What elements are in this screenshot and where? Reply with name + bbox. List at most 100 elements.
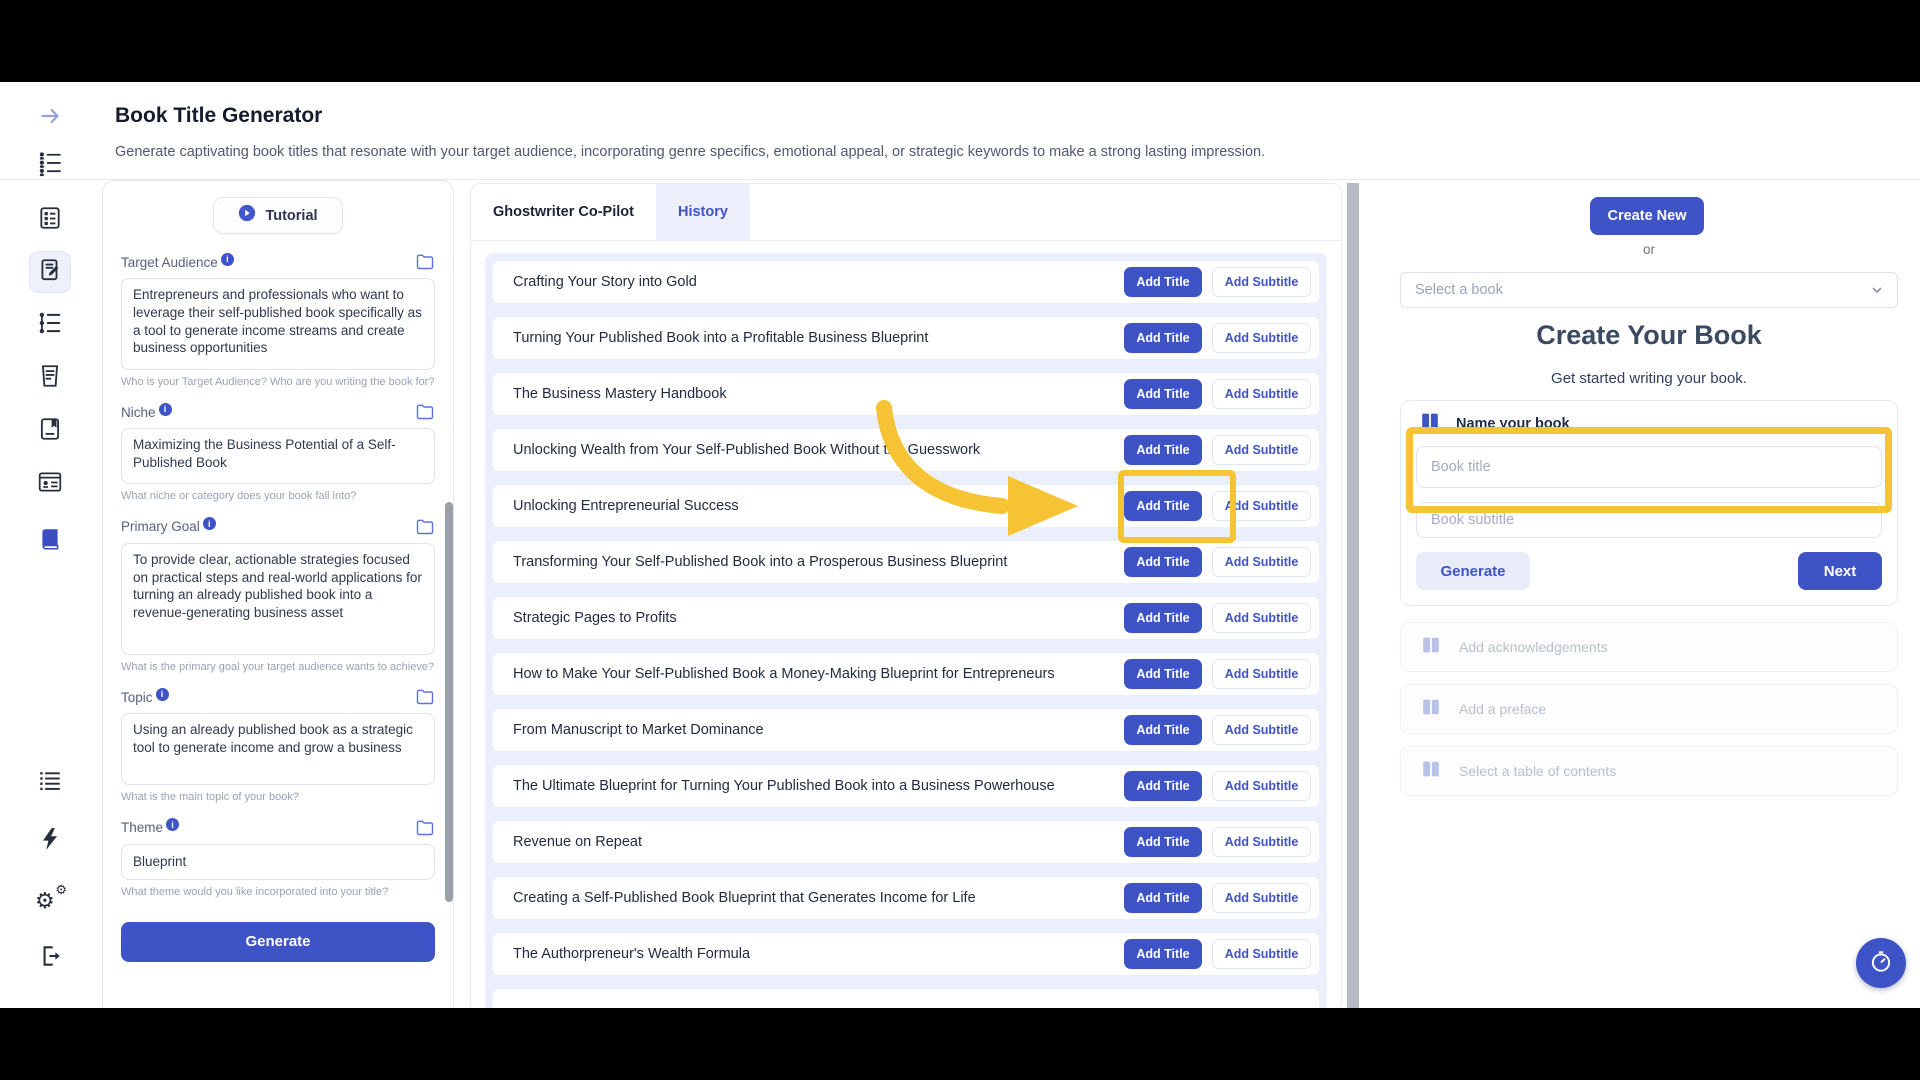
title-row: Strategic Pages to Profits Add Title Add …: [493, 597, 1319, 639]
sidebar-item-published-book[interactable]: [34, 525, 66, 557]
create-new-button[interactable]: Create New: [1590, 197, 1704, 235]
add-subtitle-button[interactable]: Add Subtitle: [1212, 435, 1311, 465]
next-button[interactable]: Next: [1798, 552, 1882, 590]
add-title-button[interactable]: Add Title: [1124, 939, 1202, 969]
tab-history[interactable]: History: [655, 184, 750, 240]
outline-list-icon: [37, 310, 63, 341]
title-row: The Authorpreneur's Wealth Formula Add T…: [493, 933, 1319, 975]
target-audience-label: Target Audience: [121, 254, 218, 270]
topic-input[interactable]: Using an already published book as a str…: [121, 713, 435, 786]
author-card-icon: [37, 469, 63, 500]
primary-goal-input[interactable]: To provide clear, actionable strategies …: [121, 542, 435, 655]
add-title-button[interactable]: Add Title: [1124, 603, 1202, 633]
add-subtitle-button[interactable]: Add Subtitle: [1212, 491, 1311, 521]
add-title-button[interactable]: Add Title: [1124, 771, 1202, 801]
sidebar-item-outline[interactable]: [34, 309, 66, 341]
info-icon[interactable]: i: [202, 517, 216, 531]
logout-icon: [37, 943, 63, 974]
add-subtitle-button[interactable]: Add Subtitle: [1212, 883, 1311, 913]
target-audience-input[interactable]: Entrepreneurs and professionals who want…: [121, 278, 435, 370]
title-row: The Ultimate Blueprint for Turning Your …: [493, 765, 1319, 807]
info-icon[interactable]: i: [155, 687, 169, 701]
add-title-button[interactable]: Add Title: [1124, 883, 1202, 913]
create-your-book-subheading: Get started writing your book.: [1551, 370, 1747, 387]
sidebar-item-title-generator-active[interactable]: [29, 251, 71, 293]
title-row: How to Make Your Self-Published Book a M…: [493, 653, 1319, 695]
title-text: Turning Your Published Book into a Profi…: [513, 330, 929, 346]
tutorial-label: Tutorial: [265, 207, 318, 224]
sidebar-item-team[interactable]: [34, 150, 66, 182]
add-subtitle-button[interactable]: Add Subtitle: [1212, 323, 1311, 353]
book-marker-icon: [37, 416, 63, 447]
add-title-button[interactable]: Add Title: [1124, 323, 1202, 353]
chapter-list-icon: [37, 768, 63, 799]
title-text: Transforming Your Self-Published Book in…: [513, 554, 1008, 570]
open-book-icon: [1418, 410, 1442, 437]
niche-label: Niche: [121, 404, 156, 420]
sidebar-item-bookmarks[interactable]: [34, 415, 66, 447]
add-subtitle-button[interactable]: Add Subtitle: [1212, 603, 1311, 633]
add-subtitle-button[interactable]: Add Subtitle: [1212, 267, 1311, 297]
book-title-input[interactable]: [1416, 446, 1882, 488]
folder-icon[interactable]: [415, 818, 435, 838]
add-preface-row[interactable]: Add a preface: [1400, 684, 1898, 734]
folder-icon[interactable]: [415, 687, 435, 707]
add-title-button[interactable]: Add Title: [1124, 379, 1202, 409]
add-subtitle-button[interactable]: Add Subtitle: [1212, 771, 1311, 801]
open-book-icon: [1419, 696, 1443, 723]
add-subtitle-button[interactable]: Add Subtitle: [1212, 827, 1311, 857]
generate-titles-button[interactable]: Generate: [121, 921, 435, 962]
titles-scrollbar[interactable]: [1347, 183, 1359, 1008]
info-icon[interactable]: i: [166, 818, 180, 832]
add-title-button[interactable]: Add Title: [1124, 435, 1202, 465]
niche-input[interactable]: Maximizing the Business Potential of a S…: [121, 428, 435, 485]
tutorial-button[interactable]: Tutorial: [213, 197, 343, 234]
niche-helper: What niche or category does your book fa…: [121, 490, 357, 503]
folder-icon[interactable]: [415, 252, 435, 272]
form-scrollbar-thumb[interactable]: [445, 502, 453, 902]
sidebar-item-author-profile[interactable]: [34, 468, 66, 500]
team-outline-icon: [37, 151, 63, 182]
sidebar-item-drafts[interactable]: [34, 362, 66, 394]
title-text: The Authorpreneur's Wealth Formula: [513, 946, 751, 962]
add-subtitle-button[interactable]: Add Subtitle: [1212, 939, 1311, 969]
add-title-button-highlighted[interactable]: Add Title: [1124, 491, 1202, 521]
sidebar-item-expand[interactable]: [34, 102, 66, 134]
title-text: The Business Mastery Handbook: [513, 386, 727, 402]
titles-panel: Ghostwriter Co-Pilot History Crafting Yo…: [470, 183, 1342, 1008]
support-widget-button[interactable]: [1856, 938, 1906, 988]
generate-book-button[interactable]: Generate: [1416, 552, 1530, 590]
primary-goal-label: Primary Goal: [121, 519, 200, 535]
add-acknowledgements-row[interactable]: Add acknowledgements: [1400, 622, 1898, 672]
title-text: How to Make Your Self-Published Book a M…: [513, 666, 1055, 682]
add-subtitle-button[interactable]: Add Subtitle: [1212, 715, 1311, 745]
tab-ghostwriter-copilot[interactable]: Ghostwriter Co-Pilot: [471, 184, 656, 240]
title-text: Strategic Pages to Profits: [513, 610, 677, 626]
sidebar-item-quick-actions[interactable]: [34, 825, 66, 857]
theme-input[interactable]: [121, 843, 435, 880]
add-title-button[interactable]: Add Title: [1124, 659, 1202, 689]
add-subtitle-button[interactable]: Add Subtitle: [1212, 379, 1311, 409]
top-letterbox-bar: [0, 0, 1920, 82]
title-row: Unlocking Wealth from Your Self-Publishe…: [493, 429, 1319, 471]
info-icon[interactable]: i: [220, 252, 234, 266]
play-icon: [238, 204, 256, 227]
expand-arrow-icon: [37, 103, 63, 134]
sidebar-item-chapter-list[interactable]: [34, 767, 66, 799]
add-preface-label: Add a preface: [1459, 701, 1547, 717]
info-icon[interactable]: i: [158, 402, 172, 416]
folder-icon[interactable]: [415, 402, 435, 422]
select-toc-row[interactable]: Select a table of contents: [1400, 746, 1898, 796]
sidebar-item-chapters[interactable]: [34, 204, 66, 236]
add-title-button[interactable]: Add Title: [1124, 547, 1202, 577]
book-subtitle-input[interactable]: [1416, 502, 1882, 538]
add-subtitle-button[interactable]: Add Subtitle: [1212, 659, 1311, 689]
add-title-button[interactable]: Add Title: [1124, 827, 1202, 857]
add-subtitle-button[interactable]: Add Subtitle: [1212, 547, 1311, 577]
select-book-dropdown[interactable]: Select a book: [1400, 272, 1898, 308]
sidebar-item-settings[interactable]: ⚙ ⚙: [34, 882, 67, 917]
add-title-button[interactable]: Add Title: [1124, 715, 1202, 745]
sidebar-item-logout[interactable]: [34, 942, 66, 974]
add-title-button[interactable]: Add Title: [1124, 267, 1202, 297]
folder-icon[interactable]: [415, 517, 435, 537]
